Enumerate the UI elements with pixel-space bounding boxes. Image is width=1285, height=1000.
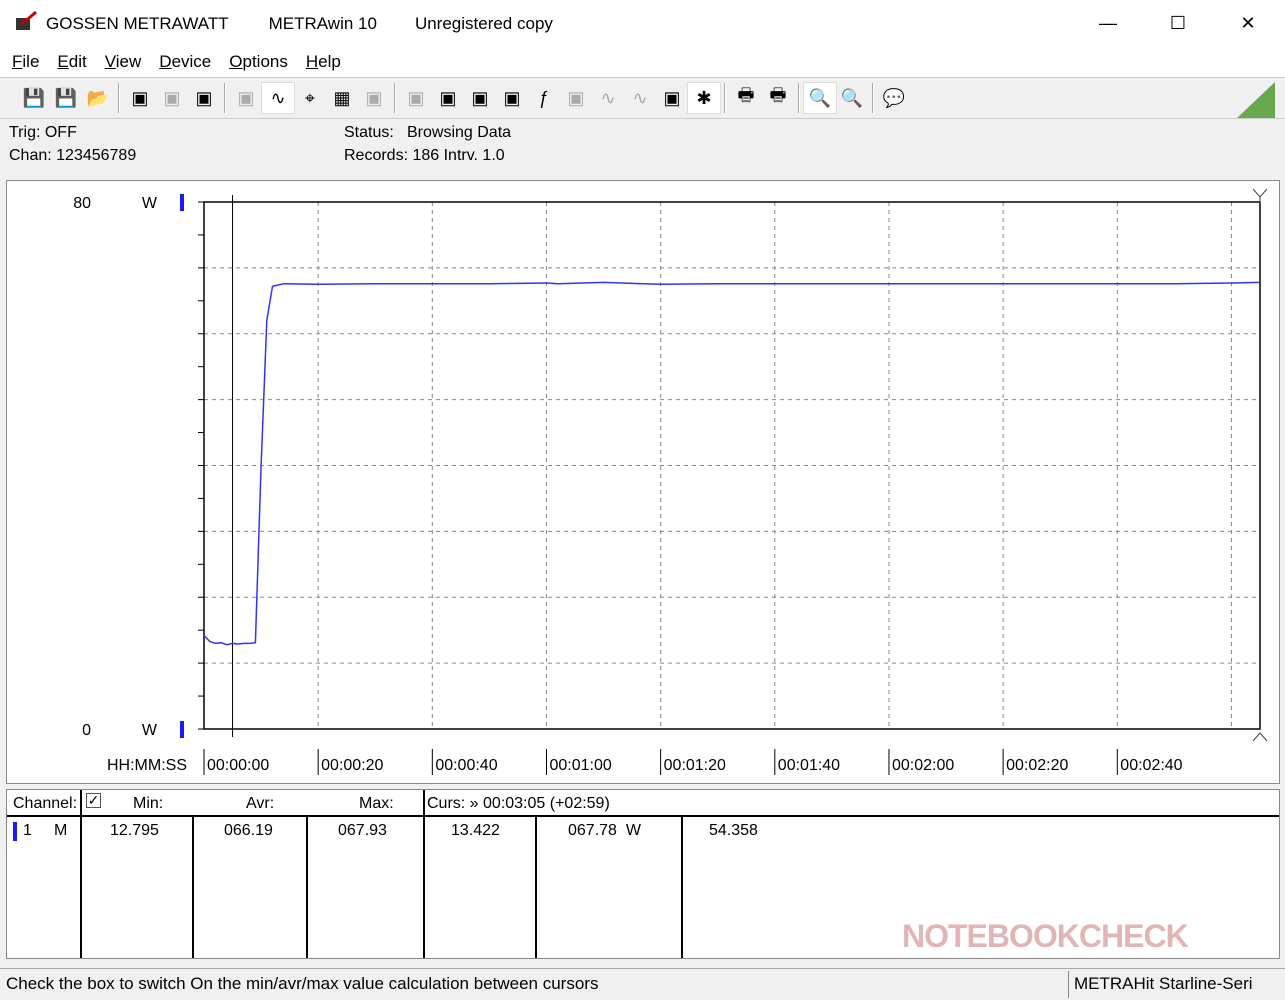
- print-icon[interactable]: 🖶: [730, 83, 762, 113]
- save-icon[interactable]: 💾: [18, 83, 50, 113]
- function-icon[interactable]: ƒ: [528, 83, 560, 113]
- x-tick-label: 00:00:20: [321, 757, 383, 774]
- cursor-end-top: [1252, 188, 1268, 203]
- toolbar-separator: [224, 83, 226, 113]
- config2-icon[interactable]: ▣: [432, 83, 464, 113]
- menu-bar: File Edit View Device Options Help: [0, 47, 1285, 77]
- x-tick-label: 00:02:40: [1120, 757, 1182, 774]
- print2-icon[interactable]: 🖶: [762, 83, 794, 113]
- header-max: Max:: [359, 795, 394, 812]
- row-max: 067.93: [338, 822, 387, 839]
- menu-device[interactable]: Device: [159, 52, 211, 72]
- maximize-button[interactable]: ☐: [1143, 0, 1213, 47]
- open-icon[interactable]: 📂: [82, 83, 114, 113]
- row-mode: M: [54, 822, 68, 839]
- header-avr: Avr:: [246, 795, 275, 812]
- table-icon[interactable]: ▦: [326, 83, 358, 113]
- cursor-end-bottom: [1252, 732, 1268, 742]
- menu-view[interactable]: View: [105, 52, 142, 72]
- app-icon: [16, 10, 37, 30]
- zoom-out-icon[interactable]: 🔍: [836, 83, 868, 113]
- x-tick-label: 00:02:00: [892, 757, 954, 774]
- y-min-marker: [180, 721, 184, 738]
- app-title: METRAwin 10: [268, 13, 377, 33]
- wave2-icon[interactable]: ∿: [624, 83, 656, 113]
- menu-edit[interactable]: Edit: [57, 52, 86, 72]
- series-line: [203, 281, 1261, 646]
- row-cursor-diff: 54.358: [709, 822, 758, 839]
- status-value: Browsing Data: [407, 124, 512, 141]
- print-list-icon[interactable]: ▣: [230, 83, 262, 113]
- chart[interactable]: 80 0 W W HH:MM:SS 00:00:00 00:00:20 00:00:40 00:…: [7, 181, 1279, 783]
- close-button[interactable]: ✕: [1213, 0, 1283, 47]
- channel-status: Chan: 123456789: [9, 147, 137, 164]
- header-channel: Channel:: [13, 795, 78, 812]
- memory-icon[interactable]: ▣: [560, 83, 592, 113]
- bar-icon[interactable]: ▣: [358, 83, 390, 113]
- monitor-icon[interactable]: ▣: [496, 83, 528, 113]
- toolbar-separator: [798, 83, 800, 113]
- menu-file[interactable]: File: [12, 52, 39, 72]
- dump-icon[interactable]: ▣: [656, 83, 688, 113]
- row-cursor1: 13.422: [451, 822, 500, 839]
- signal-icon: [1237, 82, 1275, 118]
- device-read-icon[interactable]: ▣: [124, 83, 156, 113]
- status-label: Status:: [344, 124, 394, 141]
- y-tick-label: 0: [82, 722, 91, 739]
- wave-icon[interactable]: ∿: [592, 83, 624, 113]
- y-max-marker: [180, 194, 184, 211]
- y-unit-label: W: [142, 722, 158, 739]
- graph-icon[interactable]: ∿: [261, 82, 295, 114]
- x-tick-label: 00:00:40: [435, 757, 497, 774]
- header-cursor: Curs: » 00:03:05 (+02:59): [427, 795, 610, 812]
- device-write-icon[interactable]: ▣: [188, 83, 220, 113]
- x-tick-label: 00:01:00: [549, 757, 611, 774]
- config-icon[interactable]: ▣: [400, 83, 432, 113]
- toolbar-separator: [394, 83, 396, 113]
- watermark-logo: NOTEBOOKCHECK: [902, 918, 1189, 954]
- save-as-icon[interactable]: 💾: [50, 83, 82, 113]
- minimize-button[interactable]: —: [1073, 0, 1143, 47]
- row-avr: 066.19: [224, 822, 273, 839]
- cursor-icon[interactable]: ⌖: [294, 83, 326, 113]
- status-hint: Check the box to switch On the min/avr/m…: [6, 974, 599, 993]
- scan-icon[interactable]: ▣: [464, 83, 496, 113]
- menu-help[interactable]: Help: [306, 52, 341, 72]
- menu-options[interactable]: Options: [229, 52, 288, 72]
- y-unit-label: W: [142, 195, 158, 212]
- trig-status: Trig: OFF: [9, 124, 77, 141]
- toolbar: 💾 💾 📂 ▣ ▣ ▣ ▣ ∿ ⌖ ▦ ▣ ▣ ▣ ▣ ▣ ƒ ▣ ∿ ∿ ▣ ✱ 🖶 🖶 🔍 🔍 💬: [0, 77, 1285, 119]
- row-min: 12.795: [110, 822, 159, 839]
- title-bar: GOSSEN METRAWATT METRAwin 10 Unregistere…: [0, 0, 1285, 47]
- toolbar-separator: [724, 83, 726, 113]
- zoom-icon[interactable]: 🔍: [803, 82, 837, 114]
- minmax-checkbox[interactable]: ✓: [86, 793, 101, 808]
- records-info: Records: 186 Intrv. 1.0: [344, 147, 505, 164]
- x-axis-label: HH:MM:SS: [107, 757, 187, 774]
- row-cursor2: 067.78 W: [568, 822, 641, 839]
- x-tick-label: 00:01:40: [778, 757, 840, 774]
- channel-color-marker: [13, 822, 17, 841]
- x-tick-label: 00:01:20: [664, 757, 726, 774]
- device-transfer-icon[interactable]: ▣: [156, 83, 188, 113]
- license-title: Unregistered copy: [414, 13, 553, 33]
- toolbar-separator: [872, 83, 874, 113]
- toolbar-separator: [118, 83, 120, 113]
- status-device: METRAHit Starline-Seri: [1068, 971, 1283, 998]
- status-bar: Check the box to switch On the min/avr/m…: [0, 968, 1285, 1000]
- brand-title: GOSSEN METRAWATT: [46, 13, 229, 33]
- stats-table: Channel: ✓ Min: Avr: Max: Curs: » 00:03:…: [6, 789, 1280, 959]
- x-tick-label: 00:00:00: [207, 757, 269, 774]
- y-tick-label: 80: [73, 195, 91, 212]
- row-channel: 1: [23, 822, 32, 839]
- x-tick-label: 00:02:20: [1006, 757, 1068, 774]
- bug-icon[interactable]: ✱: [687, 82, 721, 114]
- chart-panel[interactable]: 80 0 W W HH:MM:SS 00:00:00 00:00:20 00:00:40 00:…: [6, 180, 1280, 784]
- header-min: Min:: [133, 795, 164, 812]
- message-icon[interactable]: 💬: [878, 83, 910, 113]
